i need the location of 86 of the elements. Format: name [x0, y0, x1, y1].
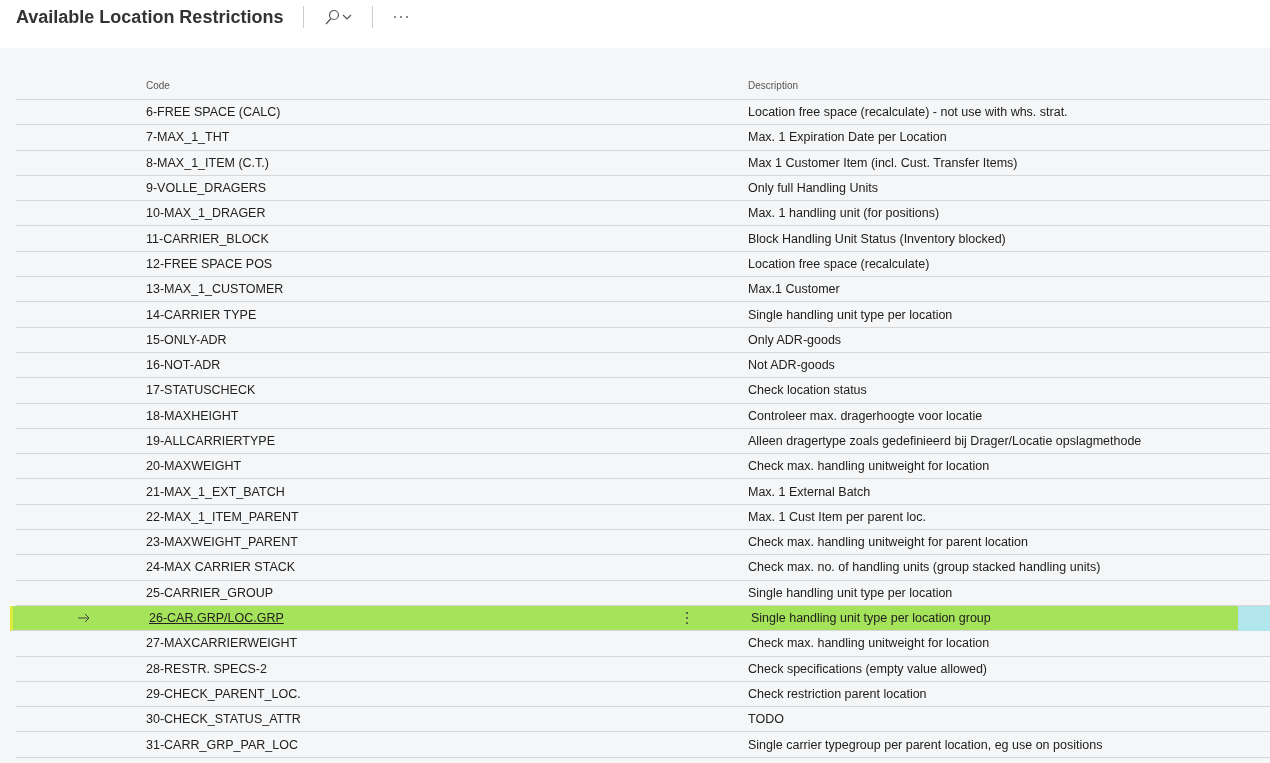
table-cell: 11-CARRIER_BLOCK	[146, 231, 269, 246]
table-cell: 18-MAXHEIGHT	[146, 408, 239, 423]
table-cell-text: Only full Handling Units	[748, 181, 879, 196]
table-cell: 6-FREE SPACE (CALC)	[146, 105, 281, 120]
table-cell-text: Max. 1 handling unit (for positions)	[748, 206, 941, 221]
table-row[interactable]: 14-CARRIER TYPE Single handling unit type per location	[16, 302, 1270, 328]
table-cell: 30-CHECK_STATUS_ATTR	[146, 712, 301, 727]
table-cell: 13-MAX_1_CUSTOMER	[146, 282, 284, 297]
table-cell-text: Location free space (recalculate)	[748, 256, 931, 271]
code-link[interactable]: 26-CAR.GRP/LOC.GRP	[149, 611, 284, 626]
table-cell-text: Max 1 Customer Item (incl. Cust. Transfer Items)	[748, 155, 1019, 170]
arrow-right-icon	[78, 613, 90, 624]
table-cell-text: Only ADR-goods	[748, 332, 843, 347]
table-row[interactable]: 15-ONLY-ADR Only ADR-goods	[16, 327, 1270, 353]
table-row[interactable]: 29-CHECK_PARENT_LOC. Check restriction parent location	[16, 681, 1270, 708]
table-cell: 24-MAX CARRIER STACK	[146, 560, 296, 575]
more-button[interactable]	[393, 15, 410, 19]
table-cell-text: TODO	[748, 712, 785, 727]
table-row[interactable]: 9-VOLLE_DRAGERS Only full Handling Units	[16, 175, 1270, 202]
table-cell-text: Check location status	[748, 383, 868, 398]
table-cell: 8-MAX_1_ITEM (C.T.)	[146, 155, 269, 170]
table-cell-text: Max. 1 Expiration Date per Location	[748, 130, 948, 145]
table-cell: 28-RESTR. SPECS-2	[146, 661, 267, 676]
table-cell: 15-ONLY-ADR	[146, 332, 227, 347]
table-cell-text: Check specifications (empty value allowed)	[748, 661, 988, 676]
table-cell-text: Check max. handling unitweight for parent location	[748, 535, 1030, 550]
table-row[interactable]: 28-RESTR. SPECS-2 Check specifications (empty value allowed)	[16, 656, 1270, 682]
table-cell-text: Check max. handling unitweight for location	[748, 636, 991, 651]
table-row[interactable]: 12-FREE SPACE POS Location free space (recalculate)	[16, 251, 1270, 278]
table-cell: 14-CARRIER TYPE	[146, 307, 257, 322]
table-cell: 25-CARRIER_GROUP	[146, 585, 274, 600]
column-header[interactable]: Description	[748, 80, 1270, 99]
table-row[interactable]: 31-CARR_GRP_PAR_LOC Single carrier typegroup per parent location, eg use on positions	[16, 732, 1270, 758]
table-cell-text: Single handling unit type per location	[748, 307, 954, 322]
table-row[interactable]: 24-MAX CARRIER STACK Check max. no. of handling units (group stacked handling units)	[16, 555, 1270, 581]
table-cell-text: Single handling unit type per location group	[751, 611, 992, 626]
table-cell-text: Location free space (recalculate) - not use with whs. strat.	[748, 105, 1069, 120]
table-cell: 21-MAX_1_EXT_BATCH	[146, 484, 285, 499]
table-cell-text: Single carrier typegroup per parent location, eg use on positions	[748, 737, 1104, 752]
table-cell-text: Max. 1 External Batch	[748, 484, 872, 499]
table-cell-text: Alleen dragertype zoals gedefinieerd bij Drager/Locatie opslagmethode	[748, 434, 1143, 448]
table-row[interactable]: 20-MAXWEIGHT Check max. handling unitweight for location	[16, 454, 1270, 480]
table-row[interactable]: 10-MAX_1_DRAGER Max. 1 handling unit (for positions)	[16, 201, 1270, 227]
table-cell-text: Check max. no. of handling units (group stacked handling units)	[748, 560, 1102, 575]
search-icon	[325, 9, 340, 25]
table-cell: 9-VOLLE_DRAGERS	[146, 181, 267, 196]
table-row[interactable]: 16-NOT-ADR Not ADR-goods	[16, 352, 1270, 379]
table-cell: 7-MAX_1_THT	[146, 130, 230, 145]
table-cell-text: Single handling unit type per location	[748, 585, 954, 600]
table-row[interactable]: 8-MAX_1_ITEM (C.T.) Max 1 Customer Item (incl. Cust. Transfer Items)	[16, 150, 1270, 176]
table-cell-text: Not ADR-goods	[748, 358, 836, 373]
table-cell: 27-MAXCARRIERWEIGHT	[146, 636, 298, 651]
table-cell-text: Check max. handling unitweight for location	[748, 459, 991, 474]
search-button[interactable]	[324, 9, 353, 25]
table-cell-text: Controleer max. dragerhoogte voor locatie	[748, 408, 984, 423]
table-cell: 12-FREE SPACE POS	[146, 256, 273, 271]
table-row[interactable]: 6-FREE SPACE (CALC) Location free space (recalculate) - not use with whs. strat.	[16, 100, 1270, 126]
table-row[interactable]: 27-MAXCARRIERWEIGHT Check max. handling unitweight for location	[16, 631, 1270, 657]
column-header[interactable]: Code	[146, 80, 748, 99]
table-row[interactable]: 30-CHECK_STATUS_ATTR TODO	[16, 707, 1270, 733]
row-menu-icon[interactable]	[685, 611, 689, 626]
table-cell: 20-MAXWEIGHT	[146, 459, 242, 474]
table-cell: 17-STATUSCHECK	[146, 383, 256, 398]
table-cell-text: Check restriction parent location	[748, 686, 928, 701]
table-row[interactable]: 19-ALLCARRIERTYPE Alleen dragertype zoals gedefinieerd bij Drager/Locatie opslagmethode	[16, 428, 1270, 455]
table-row[interactable]: 7-MAX_1_THT Max. 1 Expiration Date per Location	[16, 125, 1270, 151]
table-cell-text: Max.1 Customer	[748, 282, 841, 297]
table-cell: 29-CHECK_PARENT_LOC.	[146, 686, 301, 701]
table-row[interactable]: 18-MAXHEIGHT Controleer max. dragerhoogte voor locatie	[16, 403, 1270, 429]
table-cell: 16-NOT-ADR	[146, 358, 221, 373]
table-cell: 22-MAX_1_ITEM_PARENT	[146, 509, 299, 524]
table-row[interactable]: 11-CARRIER_BLOCK Block Handling Unit Status (Inventory blocked)	[16, 226, 1270, 252]
table-row[interactable]: 17-STATUSCHECK Check location status	[16, 378, 1270, 404]
table-cell: 23-MAXWEIGHT_PARENT	[146, 535, 298, 550]
chevron-icon	[342, 14, 352, 20]
table-cell-text: Block Handling Unit Status (Inventory blocked)	[748, 231, 1007, 246]
table-cell: 10-MAX_1_DRAGER	[146, 206, 266, 221]
table-row[interactable]: 21-MAX_1_EXT_BATCH Max. 1 External Batch	[16, 479, 1270, 505]
table-row[interactable]: 13-MAX_1_CUSTOMER Max.1 Customer	[16, 277, 1270, 303]
table-row[interactable]: 23-MAXWEIGHT_PARENT Check max. handling unitweight for parent location	[16, 530, 1270, 556]
table-row[interactable]: 25-CARRIER_GROUP Single handling unit type per location	[16, 580, 1270, 606]
page-title: Available Location Restrictions	[16, 6, 284, 28]
table-cell-text: Max. 1 Cust Item per parent loc.	[748, 509, 927, 524]
table-cell: 31-CARR_GRP_PAR_LOC	[146, 737, 298, 752]
table-cell: 19-ALLCARRIERTYPE	[146, 434, 275, 448]
table-row[interactable]: 22-MAX_1_ITEM_PARENT Max. 1 Cust Item per parent loc.	[16, 504, 1270, 531]
